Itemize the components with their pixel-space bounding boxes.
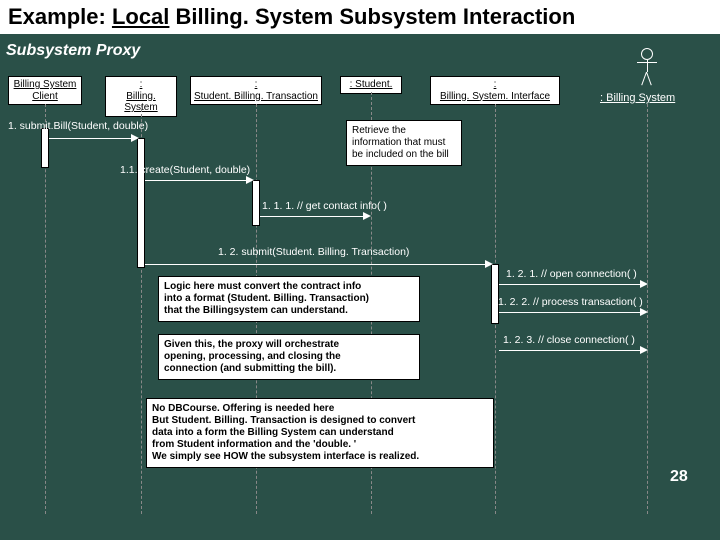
slide-title: Example: Local Billing. System Subsystem…: [0, 0, 720, 34]
msg-123-arrow: [499, 350, 645, 351]
msg-122-head: [640, 308, 648, 316]
lifeline-student-head: : Student.: [340, 76, 402, 94]
activation-bsi: [491, 264, 499, 324]
activation-client: [41, 128, 49, 168]
msg-12-label: 1. 2. submit(Student. Billing. Transacti…: [218, 246, 409, 258]
msg-1-arrow: [49, 138, 135, 139]
lifeline-client-head: Billing SystemClient: [8, 76, 82, 105]
actor-figure: [636, 48, 658, 90]
activation-billingsystem: [137, 138, 145, 268]
msg-111-arrow: [260, 216, 369, 217]
note-retrieve: Retrieve theinformation that mustbe incl…: [346, 120, 462, 166]
msg-111-label: 1. 1. 1. // get contact info( ): [262, 200, 387, 212]
msg-121-arrow: [499, 284, 645, 285]
note-logic: Logic here must convert the contract inf…: [158, 276, 420, 322]
note-proxy: Given this, the proxy will orchestrateop…: [158, 334, 420, 380]
lifeline-sbt-head: :Student. Billing. Transaction: [190, 76, 322, 105]
title-rest: Billing. System Subsystem Interaction: [169, 4, 575, 29]
lifeline-bsi-head: :Billing. System. Interface: [430, 76, 560, 105]
msg-12-arrow: [145, 264, 489, 265]
activation-sbt: [252, 180, 260, 226]
msg-122-label: 1. 2. 2. // process transaction( ): [498, 296, 643, 308]
actor-label: : Billing System: [600, 92, 675, 104]
page-number: 28: [670, 468, 688, 486]
msg-1-head: [131, 134, 139, 142]
msg-1-label: 1. submit.Bill(Student, double): [8, 120, 148, 132]
msg-11-arrow: [145, 180, 250, 181]
msg-11-label: 1.1. create(Student, double): [120, 164, 250, 176]
msg-121-label: 1. 2. 1. // open connection( ): [506, 268, 637, 280]
msg-121-head: [640, 280, 648, 288]
msg-11-head: [246, 176, 254, 184]
msg-122-arrow: [499, 312, 645, 313]
msg-12-head: [485, 260, 493, 268]
title-prefix: Example:: [8, 4, 112, 29]
msg-111-head: [363, 212, 371, 220]
msg-123-label: 1. 2. 3. // close connection( ): [503, 334, 635, 346]
sequence-diagram: Billing SystemClient :Billing. System :S…: [0, 68, 720, 540]
subtitle: Subsystem Proxy: [0, 34, 720, 64]
title-local: Local: [112, 4, 169, 29]
note-summary: No DBCourse. Offering is needed hereBut …: [146, 398, 494, 468]
msg-123-head: [640, 346, 648, 354]
